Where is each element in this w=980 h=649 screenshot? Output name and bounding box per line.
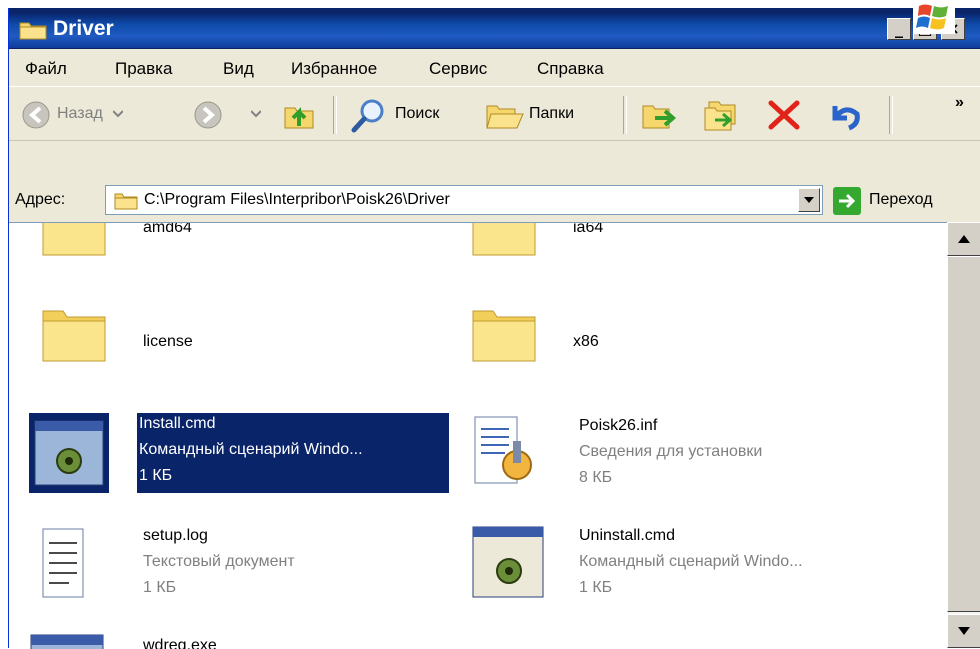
list-item[interactable]: amd64 xyxy=(39,223,192,266)
address-dropdown-button[interactable] xyxy=(798,188,820,212)
chevron-down-icon[interactable] xyxy=(251,110,261,118)
folder-up-icon[interactable] xyxy=(283,98,317,132)
list-item[interactable]: ia64 xyxy=(469,223,603,266)
list-item[interactable]: license xyxy=(39,303,193,372)
text-document-icon xyxy=(42,528,84,598)
toolbar-row: Назад Поиск Папки » xyxy=(9,88,980,141)
list-item[interactable]: x86 xyxy=(469,303,599,372)
item-size: 1 КБ xyxy=(139,467,173,484)
menu-help[interactable]: Справка xyxy=(537,59,604,79)
explorer-window: Driver _ □ × Файл Правка Вид Избранное С… xyxy=(8,0,980,649)
scroll-up-button[interactable] xyxy=(947,222,980,256)
item-name: Install.cmd xyxy=(139,415,216,432)
undo-icon[interactable] xyxy=(827,98,863,132)
item-name: Uninstall.cmd xyxy=(579,527,676,544)
item-size: 8 КБ xyxy=(579,469,613,486)
search-button-label[interactable]: Поиск xyxy=(395,105,439,123)
scroll-thumb[interactable] xyxy=(947,256,980,612)
forward-arrow-icon[interactable] xyxy=(193,100,223,130)
go-button[interactable] xyxy=(833,187,861,215)
address-path: C:\Program Files\Interpribor\Poisk26\Dri… xyxy=(144,191,450,208)
item-size: 1 КБ xyxy=(143,579,177,596)
menu-favorites[interactable]: Избранное xyxy=(291,59,377,79)
folders-icon[interactable] xyxy=(485,98,525,132)
toolbar-separator xyxy=(623,96,627,134)
item-description: Сведения для установки xyxy=(579,443,763,460)
item-name: setup.log xyxy=(143,527,208,544)
chevron-down-icon xyxy=(804,197,814,203)
address-label: Адрес: xyxy=(15,191,66,208)
item-description: Текстовый документ xyxy=(143,553,295,570)
item-name: wdreg.exe xyxy=(143,637,217,649)
toolbar-separator xyxy=(333,96,337,134)
item-size: 1 КБ xyxy=(579,579,613,596)
delete-icon[interactable] xyxy=(767,100,801,130)
back-button-label[interactable]: Назад xyxy=(57,105,103,123)
vertical-scrollbar[interactable] xyxy=(947,222,980,648)
executable-icon xyxy=(30,634,104,649)
menu-view[interactable]: Вид xyxy=(223,59,254,79)
folder-icon xyxy=(114,193,138,210)
item-description: Командный сценарий Windo... xyxy=(579,553,803,570)
item-name: x86 xyxy=(573,333,599,350)
menu-tools[interactable]: Сервис xyxy=(429,59,487,79)
title-bar[interactable]: Driver _ □ × xyxy=(9,8,980,49)
window-title: Driver xyxy=(53,17,114,40)
item-description: Командный сценарий Windo... xyxy=(139,441,363,458)
back-arrow-icon[interactable] xyxy=(21,100,51,130)
address-input[interactable]: C:\Program Files\Interpribor\Poisk26\Dri… xyxy=(105,185,823,215)
menu-bar: Файл Правка Вид Избранное Сервис Справка xyxy=(9,50,980,87)
item-name: Poisk26.inf xyxy=(579,417,658,434)
list-item[interactable]: wdreg.exe xyxy=(29,631,217,649)
command-script-icon xyxy=(472,526,544,598)
item-name: license xyxy=(143,333,193,350)
copy-to-icon[interactable] xyxy=(703,98,741,132)
menu-edit[interactable]: Правка xyxy=(115,59,172,79)
list-item[interactable]: Poisk26.inf Сведения для установки 8 КБ xyxy=(469,413,762,494)
scroll-down-button[interactable] xyxy=(947,614,980,648)
list-item[interactable]: Uninstall.cmd Командный сценарий Windo..… xyxy=(469,523,803,608)
menu-file[interactable]: Файл xyxy=(25,59,67,79)
folder-icon xyxy=(42,310,106,362)
toolbar: Назад Поиск Папки » xyxy=(9,88,980,180)
windows-logo-icon xyxy=(913,0,955,34)
address-bar: Адрес: C:\Program Files\Interpribor\Pois… xyxy=(9,182,980,220)
search-icon[interactable] xyxy=(351,98,387,134)
folder-icon xyxy=(19,22,47,40)
list-item[interactable]: setup.log Текстовый документ 1 КБ xyxy=(39,523,295,606)
command-script-icon xyxy=(34,420,104,486)
folders-button-label[interactable]: Папки xyxy=(529,105,574,123)
toolbar-overflow-chevron[interactable]: » xyxy=(955,94,964,112)
file-list: amd64 ia64 license x86 Install.cmd Коман… xyxy=(9,222,947,649)
minimize-button[interactable]: _ xyxy=(887,18,911,40)
folder-icon xyxy=(472,223,536,256)
folder-icon xyxy=(42,223,106,256)
selection-text-highlight: Install.cmd Командный сценарий Windo... … xyxy=(137,413,449,493)
go-button-label[interactable]: Переход xyxy=(869,191,933,209)
arrow-down-icon xyxy=(958,627,970,635)
setup-info-icon xyxy=(474,416,532,484)
item-name: amd64 xyxy=(143,222,192,236)
item-name: ia64 xyxy=(573,222,604,236)
arrow-right-icon xyxy=(839,193,856,209)
arrow-up-icon xyxy=(958,235,970,243)
folder-icon xyxy=(472,310,536,362)
toolbar-separator xyxy=(889,96,893,134)
move-to-icon[interactable] xyxy=(641,98,679,132)
chevron-down-icon[interactable] xyxy=(113,110,123,118)
